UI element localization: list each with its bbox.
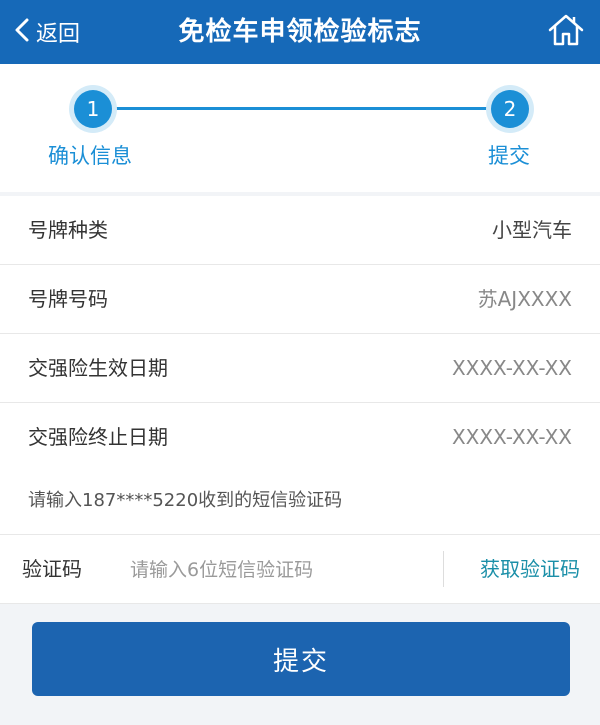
- insurance-start-label: 交强险生效日期: [28, 356, 168, 380]
- step-2-label: 提交: [488, 144, 530, 168]
- insurance-end-label: 交强险终止日期: [28, 425, 168, 449]
- submit-area: 提交: [0, 604, 600, 725]
- home-button[interactable]: [544, 10, 588, 54]
- verification-code-label: 验证码: [22, 557, 82, 581]
- insurance-start-value: XXXX-XX-XX: [451, 356, 572, 380]
- plate-type-row: 号牌种类 小型汽车: [0, 196, 600, 265]
- sms-tip-text: 请输入187****5220收到的短信验证码: [28, 490, 343, 511]
- page: 免检车申领检验标志 返回 1 2 确认信息 提交 号牌种类 小型汽车 号牌号码 …: [0, 0, 600, 725]
- chevron-left-icon: [14, 17, 30, 47]
- sms-tip-row: 请输入187****5220收到的短信验证码: [0, 468, 600, 535]
- plate-number-value: 苏AJXXXX: [477, 287, 572, 311]
- header-bar: 免检车申领检验标志 返回: [0, 0, 600, 64]
- step-1-dot: 1: [74, 90, 112, 128]
- back-label: 返回: [36, 22, 81, 47]
- back-button[interactable]: 返回: [14, 14, 80, 50]
- verification-code-row: 验证码 获取验证码: [0, 535, 600, 604]
- plate-number-row: 号牌号码 苏AJXXXX: [0, 265, 600, 334]
- progress-stepper: 1 2 确认信息 提交: [0, 64, 600, 192]
- vehicle-info-list: 号牌种类 小型汽车 号牌号码 苏AJXXXX 交强险生效日期 XXXX-XX-X…: [0, 196, 600, 472]
- page-title: 免检车申领检验标志: [178, 17, 422, 47]
- step-1-label: 确认信息: [48, 144, 132, 168]
- plate-number-label: 号牌号码: [28, 287, 108, 311]
- step-2-dot: 2: [491, 90, 529, 128]
- plate-type-value: 小型汽车: [492, 218, 572, 242]
- insurance-end-value: XXXX-XX-XX: [451, 425, 572, 449]
- home-icon: [548, 13, 584, 51]
- plate-type-label: 号牌种类: [28, 218, 108, 242]
- divider: [443, 551, 444, 587]
- insurance-end-row: 交强险终止日期 XXXX-XX-XX: [0, 403, 600, 472]
- insurance-start-row: 交强险生效日期 XXXX-XX-XX: [0, 334, 600, 403]
- verification-code-input[interactable]: [128, 549, 432, 591]
- stepper-line: [93, 107, 510, 110]
- get-code-button[interactable]: 获取验证码: [480, 535, 580, 603]
- submit-button[interactable]: 提交: [32, 622, 570, 696]
